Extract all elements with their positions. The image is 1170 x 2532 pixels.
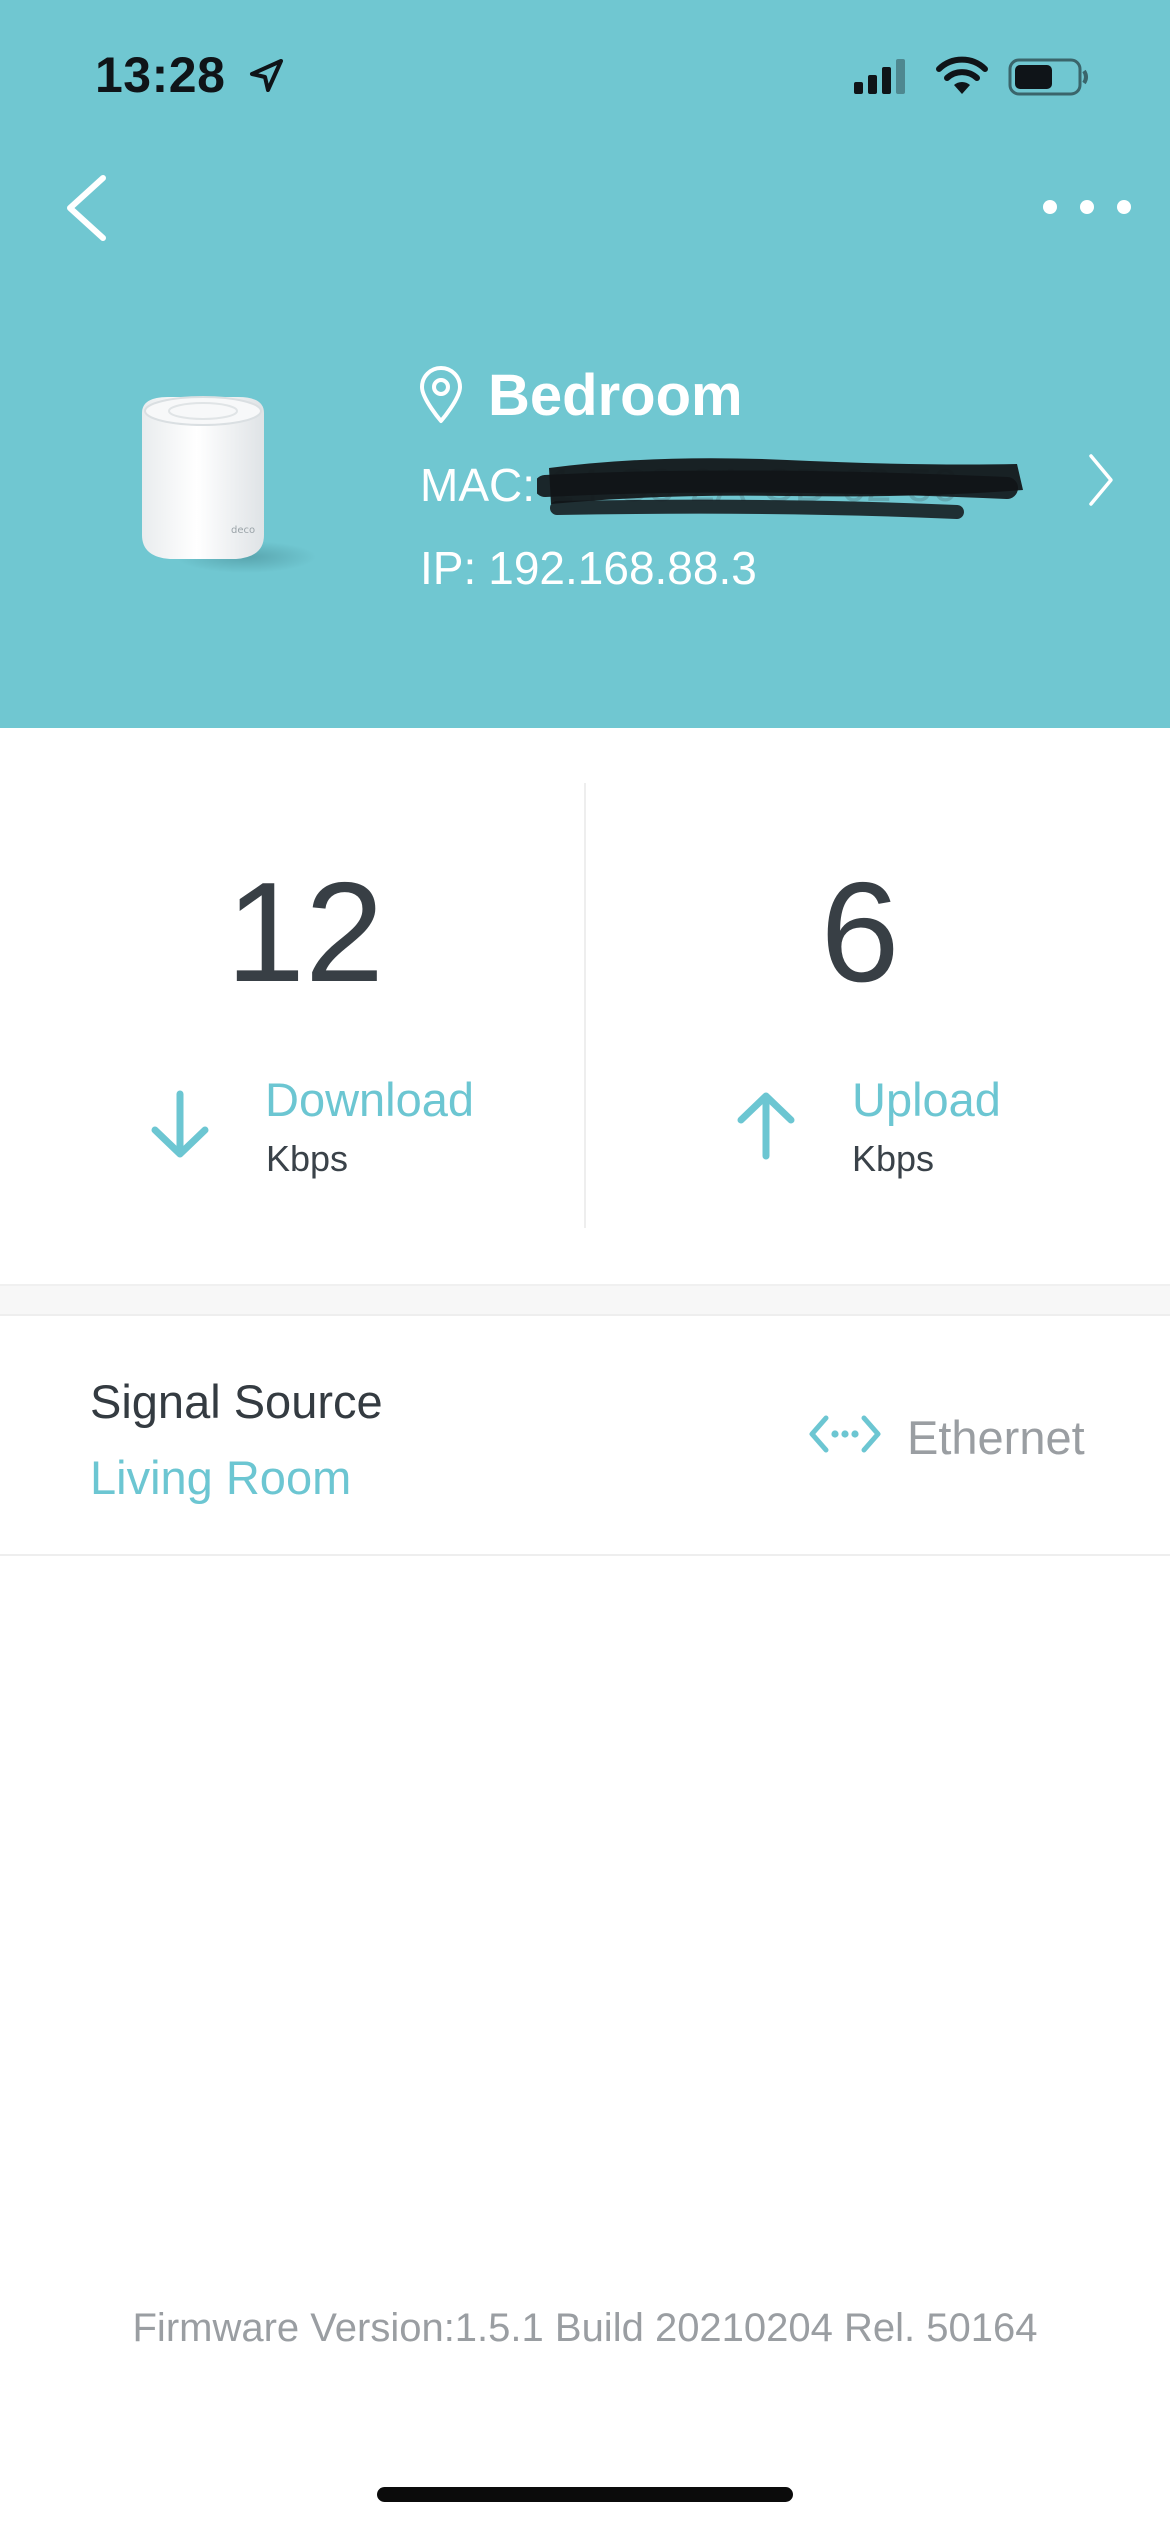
- home-indicator[interactable]: [377, 2487, 793, 2502]
- ip-row: IP: 192.168.88.3: [420, 541, 757, 595]
- mac-label: MAC:: [420, 459, 535, 511]
- section-separator: [0, 1284, 1170, 1316]
- chevron-right-icon[interactable]: [1085, 450, 1115, 510]
- signal-source-row[interactable]: Signal Source Living Room Ethernet: [0, 1316, 1170, 1556]
- device-name-row[interactable]: Bedroom: [418, 360, 743, 430]
- signal-source-title: Signal Source: [90, 1375, 383, 1428]
- download-label: Download: [265, 1073, 475, 1126]
- mac-row: MAC: 14-C3-2A-CB-62-50: [420, 458, 1023, 519]
- battery-icon: [1008, 58, 1088, 96]
- firmware-version: Firmware Version:1.5.1 Build 20210204 Re…: [132, 2306, 1038, 2350]
- status-time: 13:28: [95, 47, 226, 103]
- cellular-signal-icon: [854, 59, 905, 94]
- speed-panel: 12 Download Kbps 6 Upload Kbps: [0, 728, 1170, 1284]
- upload-unit: Kbps: [852, 1138, 935, 1179]
- svg-text:deco: deco: [231, 525, 255, 536]
- device-name: Bedroom: [488, 362, 743, 428]
- download-unit: Kbps: [266, 1138, 349, 1179]
- device-image: deco: [142, 396, 316, 573]
- more-options-button[interactable]: [1040, 190, 1135, 224]
- location-arrow-icon: [250, 59, 283, 92]
- location-pin-icon: [420, 366, 462, 423]
- redaction-scribble: [537, 458, 1023, 519]
- back-button[interactable]: [58, 170, 118, 245]
- upload-speed-value: 6: [820, 853, 900, 1012]
- mac-value: 14-C3-2A-CB-62-50: [537, 458, 1023, 519]
- device-header: 13:28 deco Bedroom MAC: IP: 192.168.88.3: [0, 0, 1170, 728]
- arrow-down-icon: [151, 1090, 209, 1158]
- wifi-icon: [936, 56, 988, 94]
- ip-label: IP:: [420, 542, 477, 594]
- ethernet-link-icon: [809, 1415, 881, 1453]
- ip-value: 192.168.88.3: [488, 542, 757, 594]
- speed-divider: [584, 783, 586, 1228]
- signal-source-value[interactable]: Living Room: [90, 1450, 351, 1505]
- upload-label: Upload: [852, 1073, 1001, 1126]
- arrow-up-icon: [737, 1092, 795, 1160]
- connection-type: Ethernet: [907, 1411, 1085, 1464]
- download-speed-value: 12: [226, 853, 384, 1012]
